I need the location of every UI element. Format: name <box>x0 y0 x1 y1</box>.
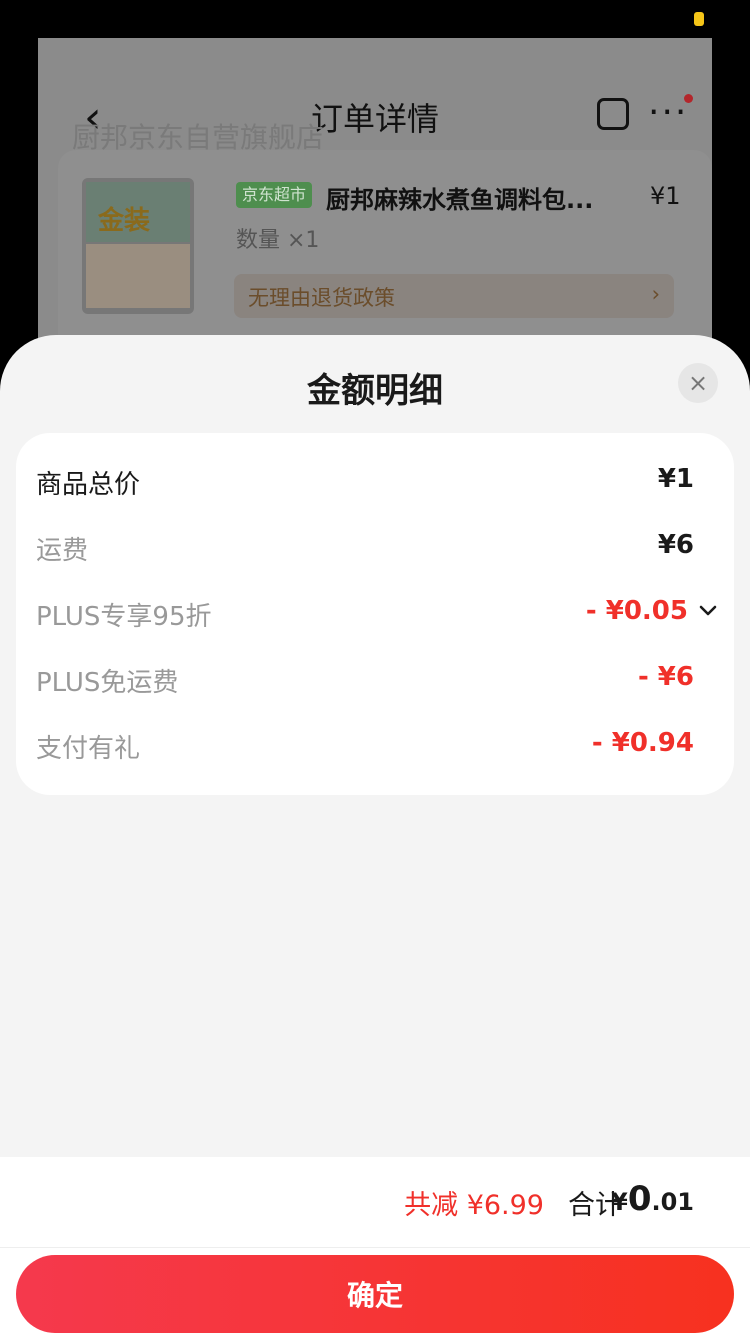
row-value: ¥6 <box>657 530 694 560</box>
total-integer: 0 <box>627 1179 652 1219</box>
total-saved: 共减 ¥6.99 <box>404 1190 544 1221</box>
row-value: - ¥0.94 <box>591 728 694 758</box>
total-amount: ¥0.01 <box>611 1179 694 1219</box>
supermarket-tag: 京东超市 <box>236 182 313 208</box>
row-payment-gift: 支付有礼 - ¥0.94 <box>16 714 734 780</box>
sheet-title: 金额明细 <box>307 371 443 411</box>
product-image-bottom <box>86 244 190 308</box>
share-icon <box>597 98 629 130</box>
product-image-logo: 金装 <box>98 206 151 236</box>
return-policy-bar: 无理由退货政策 › <box>234 274 674 318</box>
order-detail-background: ‹ 订单详情 ··· 厨邦京东自营旗舰店 金装 京东超市 厨邦麻辣水煮鱼调料包.… <box>38 38 712 358</box>
product-price: ¥1 <box>650 182 681 210</box>
row-plus-discount[interactable]: PLUS专享95折 - ¥0.05 <box>16 582 734 648</box>
chevron-right-icon: › <box>651 282 660 306</box>
confirm-area: 确定 <box>0 1247 750 1334</box>
chevron-down-icon[interactable] <box>696 598 720 622</box>
product-image: 金装 <box>82 178 194 314</box>
row-value: ¥1 <box>657 464 694 494</box>
confirm-button[interactable]: 确定 <box>16 1255 734 1333</box>
row-label: PLUS免运费 <box>36 668 179 698</box>
row-label: 运费 <box>36 536 89 566</box>
product-quantity: 数量 ×1 <box>236 228 320 253</box>
amount-detail-sheet: 金额明细 × 商品总价 ¥1 运费 ¥6 PLUS专享95折 - ¥0.05 P… <box>0 335 750 1334</box>
amount-detail-card: 商品总价 ¥1 运费 ¥6 PLUS专享95折 - ¥0.05 PLUS免运费 … <box>16 433 734 795</box>
row-plus-free-shipping: PLUS免运费 - ¥6 <box>16 648 734 714</box>
row-value: - ¥0.05 <box>585 596 688 626</box>
row-label: 商品总价 <box>36 470 141 500</box>
row-value: - ¥6 <box>637 662 694 692</box>
total-decimal: .01 <box>651 1188 694 1216</box>
status-indicator-dot <box>694 12 704 26</box>
notification-dot <box>684 94 693 103</box>
row-label: PLUS专享95折 <box>36 602 212 632</box>
return-policy-label: 无理由退货政策 <box>248 286 395 310</box>
product-name: 厨邦麻辣水煮鱼调料包... <box>326 186 594 214</box>
row-shipping: 运费 ¥6 <box>16 516 734 582</box>
close-button[interactable]: × <box>678 363 718 403</box>
total-currency: ¥ <box>611 1188 628 1216</box>
total-bar: 共减 ¥6.99 合计 ¥0.01 <box>0 1157 750 1247</box>
row-label: 支付有礼 <box>36 734 141 764</box>
more-icon: ··· <box>648 92 689 133</box>
row-goods-total: 商品总价 ¥1 <box>16 450 734 516</box>
